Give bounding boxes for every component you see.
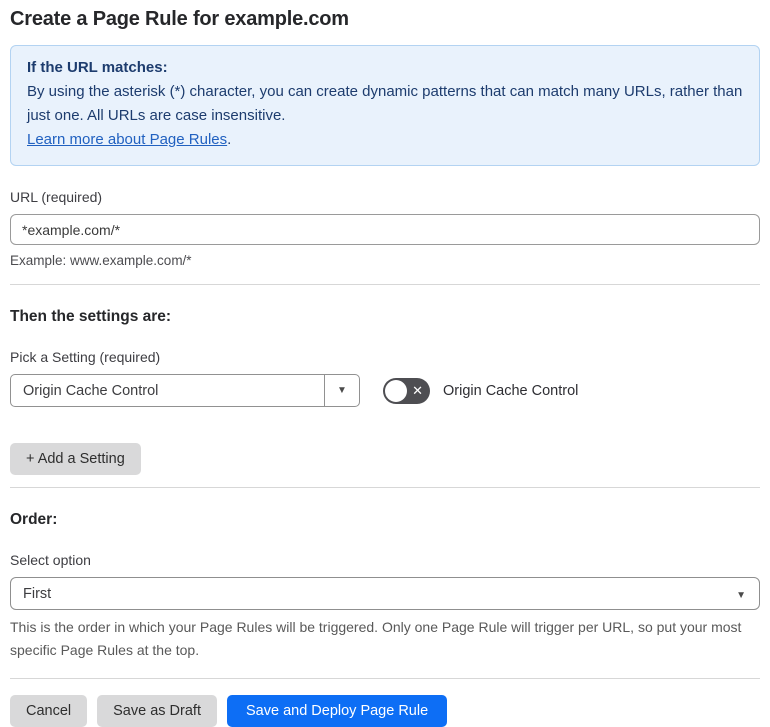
divider (10, 487, 760, 488)
add-setting-button[interactable]: + Add a Setting (10, 443, 141, 475)
setting-select[interactable]: Origin Cache Control ▼ (10, 374, 360, 407)
order-select-value: First (23, 585, 52, 602)
order-heading: Order: (10, 511, 58, 528)
info-box-heading: If the URL matches: (27, 59, 168, 76)
select-option-label: Select option (10, 552, 91, 568)
info-box-body: By using the asterisk (*) character, you… (27, 83, 743, 124)
url-example-text: Example: www.example.com/* (10, 253, 192, 268)
url-label: URL (required) (10, 189, 103, 205)
save-and-deploy-button[interactable]: Save and Deploy Page Rule (226, 695, 448, 727)
settings-heading: Then the settings are: (10, 308, 172, 325)
x-icon: ✕ (412, 382, 423, 398)
divider (10, 678, 760, 679)
setting-select-arrow-button[interactable]: ▼ (324, 375, 359, 406)
toggle-knob (385, 379, 407, 402)
setting-select-value: Origin Cache Control (23, 382, 159, 399)
order-select[interactable]: First ▼ (10, 577, 760, 610)
chevron-down-icon: ▼ (736, 589, 746, 601)
divider (10, 284, 760, 285)
chevron-down-icon: ▼ (337, 384, 347, 396)
page-rule-form: Create a Page Rule for example.com If th… (0, 0, 770, 727)
page-title: Create a Page Rule for example.com (10, 8, 349, 30)
origin-cache-control-toggle[interactable]: ✕ (383, 377, 430, 404)
footer-actions: Cancel Save as Draft Save and Deploy Pag… (10, 695, 760, 727)
url-match-info-box: If the URL matches: By using the asteris… (10, 45, 760, 166)
info-box-link-line: Learn more about Page Rules. (27, 128, 743, 152)
url-input[interactable] (10, 214, 760, 245)
setting-row: Origin Cache Control ▼ ✕ Origin Cache Co… (10, 374, 760, 407)
order-help-text: This is the order in which your Page Rul… (10, 619, 742, 658)
learn-more-link[interactable]: Learn more about Page Rules (27, 131, 227, 148)
pick-setting-label: Pick a Setting (required) (10, 349, 161, 365)
toggle-label: Origin Cache Control (443, 382, 579, 399)
link-suffix: . (227, 131, 232, 148)
cancel-button[interactable]: Cancel (10, 695, 88, 727)
save-as-draft-button[interactable]: Save as Draft (97, 695, 217, 727)
